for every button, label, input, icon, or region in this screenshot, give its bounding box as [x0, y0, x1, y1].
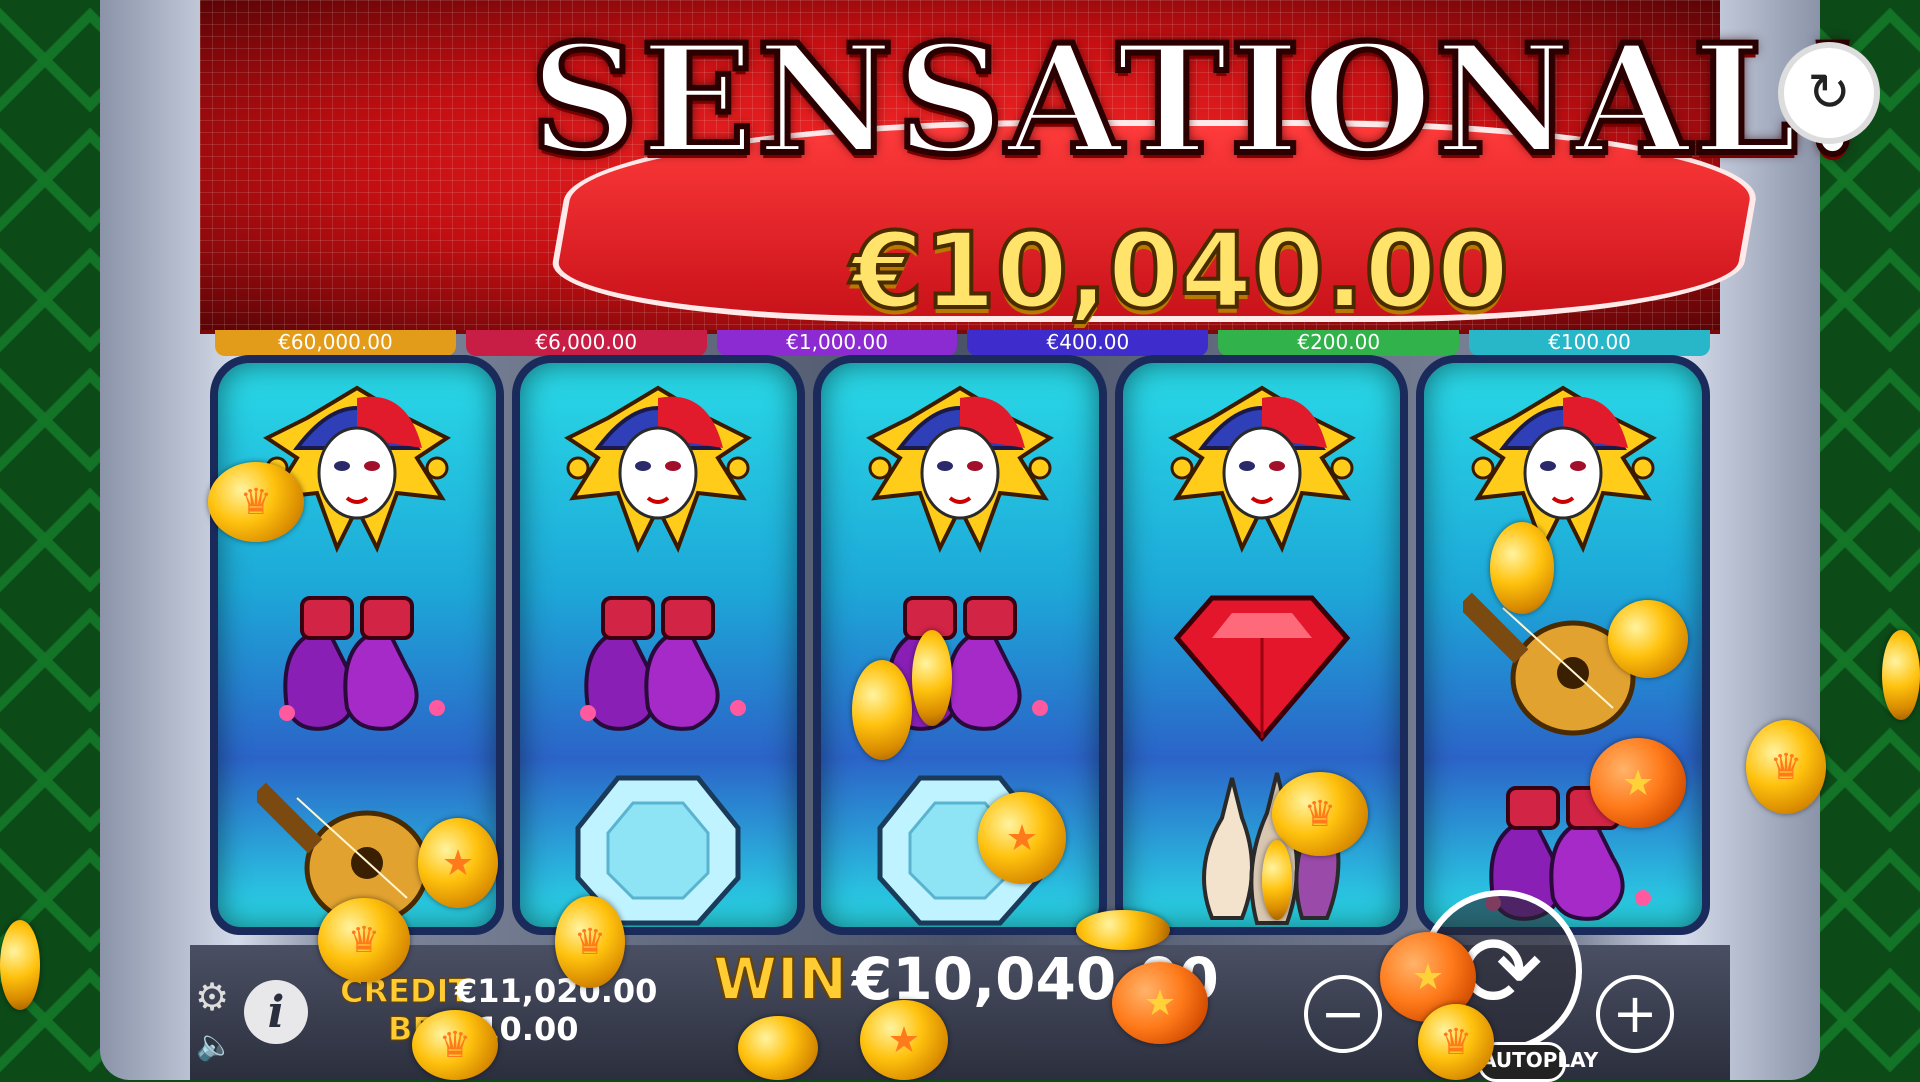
coin — [852, 660, 912, 760]
win-banner: SENSATIONAL! €10,040.00 — [200, 0, 1869, 334]
coin — [0, 920, 40, 1010]
win-title: SENSATIONAL! — [527, 9, 1869, 191]
coin: ♛ — [1272, 772, 1368, 856]
jester-mask-symbol — [1162, 378, 1362, 558]
coin: ♛ — [1418, 1004, 1494, 1080]
jester-mask-symbol — [1463, 378, 1663, 558]
jackpot-tab: €60,000.00 — [215, 330, 456, 356]
coin: ♛ — [208, 462, 304, 542]
coin — [1076, 910, 1170, 950]
win-label: WIN — [712, 944, 848, 1014]
win-amount: €10,040.00 — [849, 208, 1511, 334]
plus-icon[interactable]: + — [1596, 975, 1674, 1053]
replay-icon[interactable]: ↻ — [1778, 42, 1880, 144]
gear-icon[interactable]: ⚙ — [190, 975, 234, 1019]
coin: ♛ — [412, 1010, 498, 1080]
coin: ♛ — [1746, 720, 1826, 814]
coin: ★ — [978, 792, 1066, 884]
jackpot-tab: €6,000.00 — [465, 330, 707, 356]
jester-mask-symbol — [558, 378, 758, 558]
info-icon[interactable]: i — [244, 980, 308, 1044]
jackpot-tab: €100.00 — [1469, 330, 1710, 356]
coin — [1490, 522, 1554, 614]
coin: ♛ — [318, 898, 410, 982]
coin: ★ — [1590, 738, 1686, 828]
coin — [1882, 630, 1920, 720]
coin — [1608, 600, 1688, 678]
jackpot-tab: €200.00 — [1218, 330, 1460, 356]
minus-icon[interactable]: − — [1304, 975, 1382, 1053]
jester-mask-symbol — [860, 378, 1060, 558]
ruby-symbol — [1162, 568, 1362, 748]
coin: ♛ — [555, 896, 625, 988]
jackpot-tabs: €60,000.00 €6,000.00 €1,000.00 €400.00 €… — [215, 330, 1710, 356]
jester-shoes-symbol — [558, 568, 758, 748]
coin: ★ — [860, 1000, 948, 1080]
speaker-icon[interactable]: 🔈 — [195, 1025, 235, 1065]
reel-2 — [511, 355, 806, 935]
coin: ★ — [418, 818, 498, 908]
jackpot-tab: €400.00 — [967, 330, 1209, 356]
coin: ★ — [1112, 962, 1208, 1044]
coin — [912, 630, 952, 726]
coin — [1262, 840, 1292, 920]
reel-4 — [1114, 355, 1409, 935]
jackpot-tab: €1,000.00 — [716, 330, 958, 356]
jester-shoes-symbol — [257, 568, 457, 748]
coin — [738, 1016, 818, 1080]
credit-value: €11,020.00 — [455, 972, 658, 1010]
